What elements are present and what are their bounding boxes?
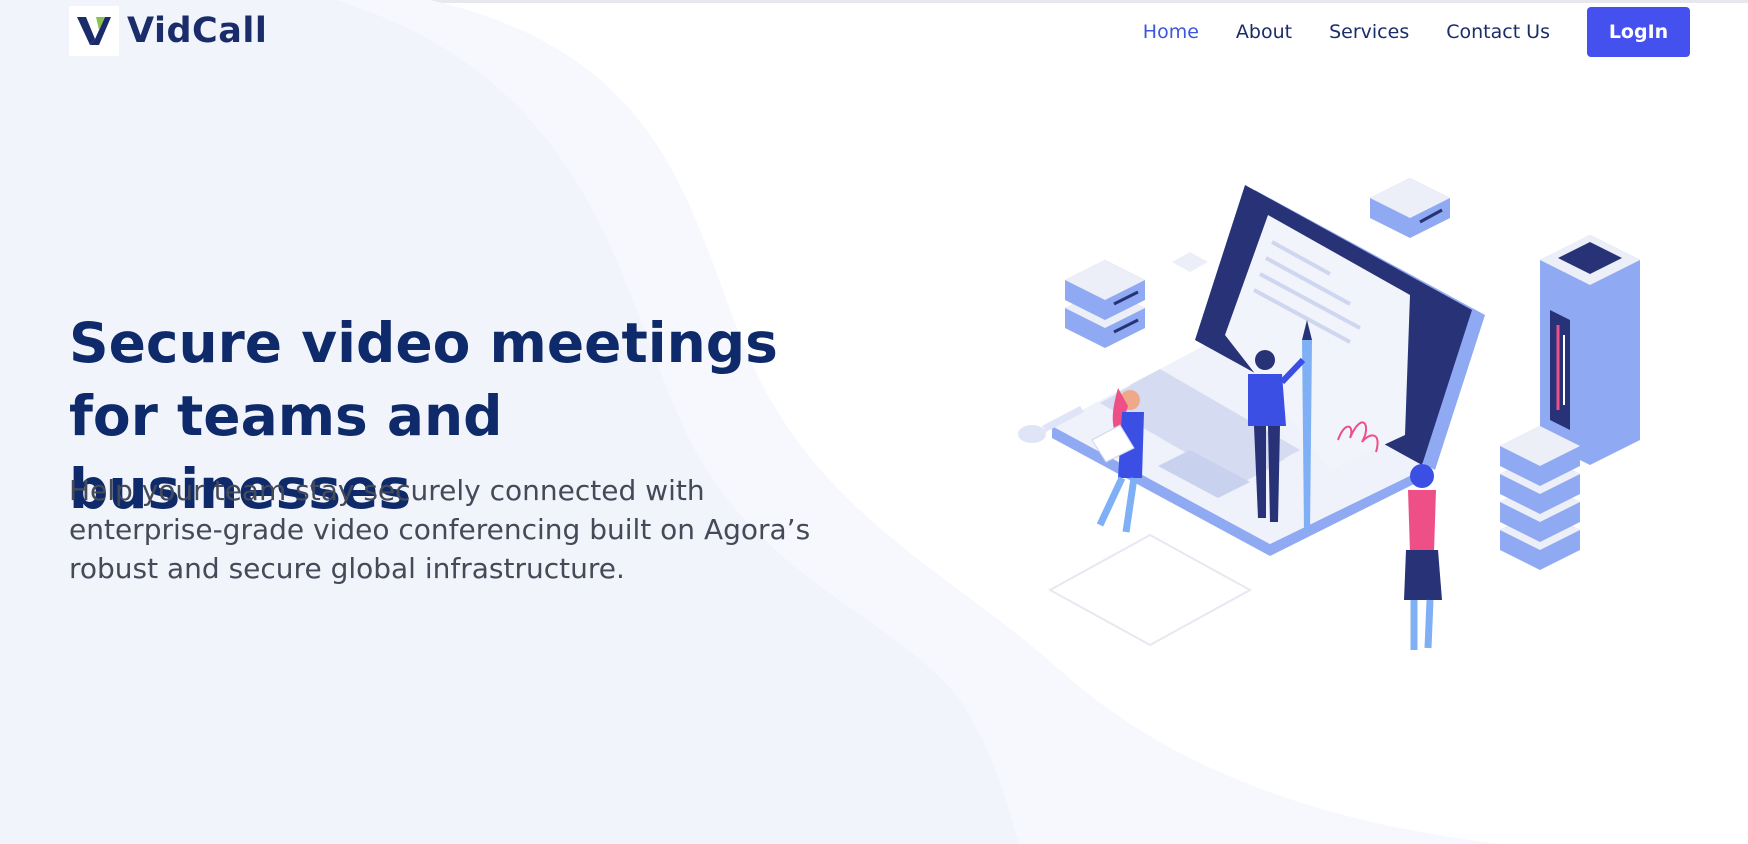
server-top-icon <box>1370 178 1450 238</box>
server-right-icon <box>1500 426 1580 570</box>
v-logo-icon <box>69 6 119 56</box>
server-left-icon <box>1065 260 1145 348</box>
login-button[interactable]: LogIn <box>1587 7 1690 57</box>
server-tower-icon <box>1540 235 1640 465</box>
nav-about[interactable]: About <box>1236 21 1292 43</box>
hero-subtitle: Help your team stay securely connected w… <box>69 474 811 585</box>
logo[interactable]: VidCall <box>69 6 267 56</box>
brand-name: VidCall <box>127 11 268 51</box>
nav-contact-us[interactable]: Contact Us <box>1446 21 1550 43</box>
page: VidCall Home About Services Contact Us L… <box>0 0 1748 844</box>
woman-standing-figure <box>1404 464 1442 650</box>
nav-services[interactable]: Services <box>1329 21 1409 43</box>
floor-tile-outline <box>1047 533 1253 647</box>
laptop-contract-signing-illustration <box>1018 178 1640 650</box>
main-nav: Home About Services Contact Us LogIn <box>1106 7 1690 57</box>
nav-home[interactable]: Home <box>1143 21 1199 43</box>
floating-tile <box>1172 252 1208 272</box>
